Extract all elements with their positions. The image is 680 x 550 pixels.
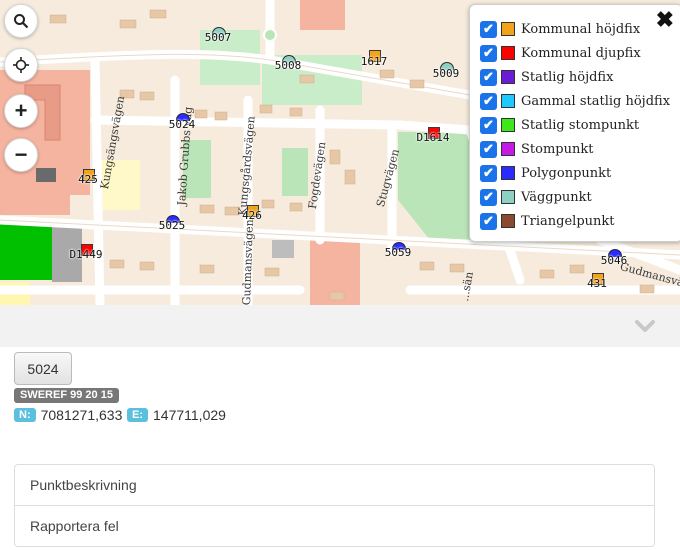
legend-label: Statlig stompunkt <box>521 117 640 133</box>
marker-label-425: 425 <box>78 173 98 186</box>
marker-label-5046: 5046 <box>600 254 628 267</box>
punktbeskrivning-link[interactable]: Punktbeskrivning <box>15 465 654 505</box>
marker-label-431: 431 <box>587 277 607 290</box>
easting: E: 147711,029 <box>127 406 226 423</box>
legend-label: Triangelpunkt <box>521 213 615 229</box>
coordinate-system-badge: SWEREF 99 20 15 <box>14 388 119 403</box>
easting-value: 147711,029 <box>153 406 226 423</box>
search-button[interactable] <box>4 4 38 38</box>
legend-label: Statlig höjdfix <box>521 69 614 85</box>
checkbox-checked-icon[interactable]: ✔ <box>480 20 497 38</box>
legend-swatch <box>501 166 515 180</box>
legend-swatch <box>501 190 515 204</box>
legend-item-triangelpunkt[interactable]: ✔ Triangelpunkt <box>480 210 615 232</box>
panel-collapse-bar[interactable] <box>0 305 680 348</box>
northing: N: 7081271,633 <box>14 406 122 423</box>
close-icon[interactable]: ✖ <box>656 7 674 33</box>
marker-label-5025: 5025 <box>158 219 186 232</box>
marker-label-1617: 1617 <box>360 55 388 68</box>
checkbox-checked-icon[interactable]: ✔ <box>480 44 497 62</box>
checkbox-checked-icon[interactable]: ✔ <box>480 188 497 206</box>
point-id-button[interactable]: 5024 <box>14 352 72 385</box>
legend-item-polygonpunkt[interactable]: ✔ Polygonpunkt <box>480 162 611 184</box>
legend-label: Kommunal djupfix <box>521 45 641 61</box>
legend-swatch <box>501 22 515 36</box>
checkbox-checked-icon[interactable]: ✔ <box>480 140 497 158</box>
legend-swatch <box>501 142 515 156</box>
legend-swatch <box>501 70 515 84</box>
legend-item-statlig-stompunkt[interactable]: ✔ Statlig stompunkt <box>480 114 639 136</box>
checkbox-checked-icon[interactable]: ✔ <box>480 68 497 86</box>
legend-swatch <box>501 46 515 60</box>
checkbox-checked-icon[interactable]: ✔ <box>480 92 497 110</box>
legend-label: Väggpunkt <box>521 189 592 205</box>
action-list: Punktbeskrivning Rapportera fel <box>14 464 655 547</box>
legend-swatch <box>501 94 515 108</box>
legend-label: Polygonpunkt <box>521 165 612 181</box>
checkbox-checked-icon[interactable]: ✔ <box>480 212 497 230</box>
legend-item-vaggpunkt[interactable]: ✔ Väggpunkt <box>480 186 592 208</box>
checkbox-checked-icon[interactable]: ✔ <box>480 116 497 134</box>
layer-legend: ✖ ✔ Kommunal höjdfix ✔ Kommunal djupfix … <box>469 4 680 242</box>
legend-item-stompunkt[interactable]: ✔ Stompunkt <box>480 138 593 160</box>
legend-item-kommunal-hojdfix[interactable]: ✔ Kommunal höjdfix <box>480 18 640 40</box>
zoom-out-button[interactable]: − <box>4 138 38 172</box>
legend-swatch <box>501 118 515 132</box>
northing-value: 7081271,633 <box>40 406 123 423</box>
search-icon <box>14 14 29 29</box>
marker-label-426: 426 <box>242 209 262 222</box>
easting-label: E: <box>127 407 148 422</box>
marker-label-d1449: D1449 <box>69 248 103 261</box>
marker-label-5024: 5024 <box>168 118 196 131</box>
rapportera-fel-link[interactable]: Rapportera fel <box>15 505 654 546</box>
legend-label: Kommunal höjdfix <box>521 21 641 37</box>
legend-label: Gammal statlig höjdfix <box>521 93 671 109</box>
map-view[interactable]: Kungsängsvägen Jakob Grubbs väg Kungsgår… <box>0 0 680 305</box>
crosshair-icon <box>13 57 29 73</box>
legend-item-kommunal-djupfix[interactable]: ✔ Kommunal djupfix <box>480 42 641 64</box>
legend-swatch <box>501 214 515 228</box>
legend-label: Stompunkt <box>521 141 594 157</box>
legend-item-statlig-hojdfix[interactable]: ✔ Statlig höjdfix <box>480 66 613 88</box>
marker-label-5009: 5009 <box>432 67 460 80</box>
marker-label-5008: 5008 <box>274 59 302 72</box>
chevron-down-icon[interactable] <box>634 315 656 337</box>
northing-label: N: <box>14 407 36 422</box>
legend-item-gammal-statlig-hojdfix[interactable]: ✔ Gammal statlig höjdfix <box>480 90 670 112</box>
point-info-panel: 5024 SWEREF 99 20 15 N: 7081271,633 E: 1… <box>0 347 680 550</box>
marker-label-5059: 5059 <box>384 246 412 259</box>
marker-label-5007: 5007 <box>204 31 232 44</box>
marker-label-d1614: D1614 <box>416 131 450 144</box>
zoom-in-button[interactable]: + <box>4 94 38 128</box>
checkbox-checked-icon[interactable]: ✔ <box>480 164 497 182</box>
locate-button[interactable] <box>4 48 38 82</box>
